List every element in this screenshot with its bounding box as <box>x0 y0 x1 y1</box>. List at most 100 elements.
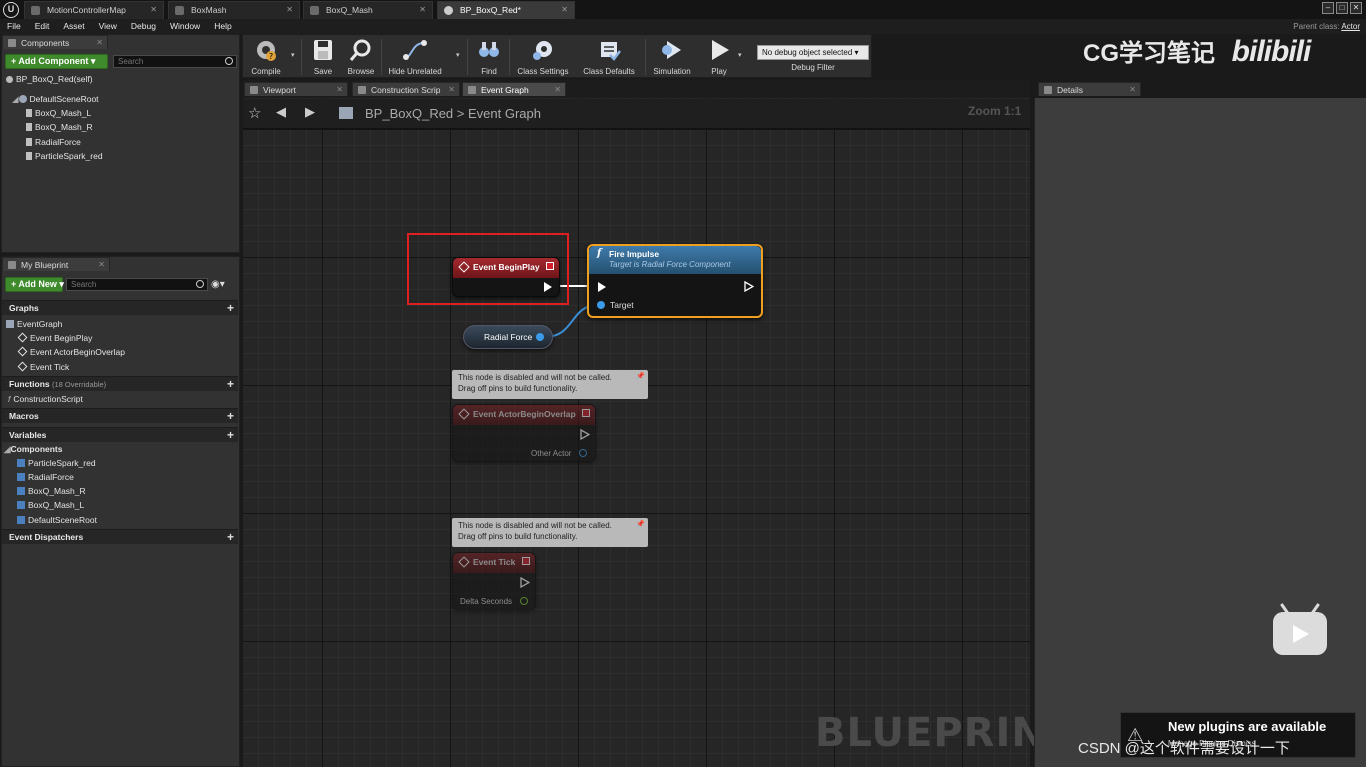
var-particlespark-red[interactable]: ParticleSpark_red <box>17 458 96 468</box>
debug-object-select[interactable]: No debug object selected ▾ <box>757 45 869 60</box>
var-boxq-mash-l[interactable]: BoxQ_Mash_L <box>17 500 84 510</box>
close-window-icon[interactable]: ✕ <box>1350 2 1362 14</box>
event-item-beginplay[interactable]: Event BeginPlay <box>17 332 92 343</box>
exec-out-pin[interactable] <box>520 577 530 588</box>
video-play-button[interactable] <box>1273 603 1327 655</box>
compile-options-chevron-icon[interactable]: ▾ <box>291 51 295 59</box>
class-settings-button[interactable]: Class Settings <box>513 35 573 79</box>
event-item-tick[interactable]: Event Tick <box>17 361 69 372</box>
node-event-tick[interactable]: Event Tick Delta Seconds <box>452 552 536 610</box>
component-radialforce[interactable]: RadialForce <box>26 137 81 147</box>
exec-out-pin[interactable] <box>580 429 590 440</box>
menu-view[interactable]: View <box>92 19 124 31</box>
add-new-button[interactable]: + Add New ▾ <box>5 277 64 292</box>
tab-components[interactable]: Components ✕ <box>2 35 108 49</box>
menu-edit[interactable]: Edit <box>28 19 57 31</box>
section-macros[interactable]: Macros + <box>2 408 238 423</box>
hide-unrelated-chevron-icon[interactable]: ▾ <box>456 51 460 59</box>
pin-icon[interactable]: 📌 <box>636 372 645 383</box>
class-defaults-button[interactable]: Class Defaults <box>577 35 641 79</box>
delegate-pin-icon[interactable] <box>582 409 590 417</box>
close-icon[interactable]: ✕ <box>554 85 561 94</box>
browse-button[interactable]: Browse <box>343 35 379 79</box>
radial-force-out-pin[interactable] <box>536 333 544 341</box>
section-functions[interactable]: Functions (18 Overridable) + <box>2 376 238 391</box>
other-actor-pin[interactable] <box>579 449 587 457</box>
close-icon[interactable]: ✕ <box>98 260 105 269</box>
tab-details[interactable]: Details ✕ <box>1038 82 1141 96</box>
section-event-dispatchers[interactable]: Event Dispatchers + <box>2 529 238 544</box>
close-icon[interactable]: ✕ <box>1129 85 1136 94</box>
menu-window[interactable]: Window <box>163 19 207 31</box>
add-macro-icon[interactable]: + <box>227 409 234 423</box>
close-icon[interactable]: ✕ <box>286 5 293 14</box>
tab-boxmash[interactable]: BoxMash ✕ <box>168 1 300 19</box>
component-self[interactable]: BP_BoxQ_Red(self) <box>6 74 93 84</box>
menu-asset[interactable]: Asset <box>56 19 91 31</box>
event-item-actorbeginoverlap[interactable]: Event ActorBeginOverlap <box>17 346 125 357</box>
var-boxq-mash-r[interactable]: BoxQ_Mash_R <box>17 486 86 496</box>
function-icon: f <box>597 248 602 259</box>
simulation-button[interactable]: Simulation <box>647 35 697 79</box>
close-icon[interactable]: ✕ <box>336 85 343 94</box>
component-boxq-mash-l[interactable]: BoxQ_Mash_L <box>26 108 91 118</box>
component-boxq-mash-r[interactable]: BoxQ_Mash_R <box>26 122 93 132</box>
hide-unrelated-button[interactable]: Hide Unrelated <box>385 35 445 79</box>
exec-in-pin[interactable] <box>598 282 606 292</box>
delegate-pin-icon[interactable] <box>522 557 530 565</box>
components-search-input[interactable]: Search <box>113 55 237 68</box>
forward-arrow-icon[interactable]: ▶ <box>305 104 315 120</box>
exec-out-pin[interactable] <box>744 281 754 292</box>
event-graph-canvas[interactable] <box>243 98 1030 767</box>
delta-seconds-pin[interactable] <box>520 597 528 605</box>
add-function-icon[interactable]: + <box>227 377 234 391</box>
visibility-eye-icon[interactable]: ◉▾ <box>211 279 225 290</box>
minimize-icon[interactable]: – <box>1322 2 1334 14</box>
parent-class-link[interactable]: Actor <box>1341 22 1360 31</box>
pin-icon[interactable]: 📌 <box>636 520 645 531</box>
close-icon[interactable]: ✕ <box>419 5 426 14</box>
play-options-chevron-icon[interactable]: ▾ <box>738 51 742 59</box>
back-arrow-icon[interactable]: ◀ <box>276 104 286 120</box>
section-graphs[interactable]: Graphs + <box>2 300 238 315</box>
var-radialforce[interactable]: RadialForce <box>17 472 74 482</box>
var-defaultsceneroot[interactable]: DefaultSceneRoot <box>17 515 97 525</box>
close-icon[interactable]: ✕ <box>448 85 455 94</box>
graph-eventgraph[interactable]: EventGraph <box>6 319 62 329</box>
level-icon <box>31 6 40 15</box>
tab-bp-boxq-red[interactable]: BP_BoxQ_Red* ✕ <box>437 1 575 19</box>
node-event-actorbeginoverlap[interactable]: Event ActorBeginOverlap Other Actor <box>452 404 596 462</box>
tab-event-graph[interactable]: Event Graph ✕ <box>462 82 566 96</box>
add-graph-icon[interactable]: + <box>227 301 234 315</box>
node-radial-force-getter[interactable]: Radial Force <box>463 325 553 349</box>
section-variables[interactable]: Variables + <box>2 427 238 442</box>
node-fire-impulse[interactable]: f Fire Impulse Target is Radial Force Co… <box>587 244 763 318</box>
favorite-star-icon[interactable]: ☆ <box>248 104 261 122</box>
tab-viewport[interactable]: Viewport ✕ <box>244 82 348 96</box>
tab-motioncontrollermap[interactable]: MotionControllerMap ✕ <box>24 1 164 19</box>
play-button[interactable]: Play <box>701 35 737 79</box>
component-defaultsceneroot[interactable]: ◢ DefaultSceneRoot <box>12 94 99 105</box>
close-icon[interactable]: ✕ <box>96 38 103 47</box>
save-button[interactable]: Save <box>305 35 341 79</box>
close-icon[interactable]: ✕ <box>150 5 157 14</box>
variables-components-group[interactable]: ◢Components <box>4 444 63 455</box>
breadcrumb-root[interactable]: BP_BoxQ_Red <box>365 106 453 121</box>
add-dispatcher-icon[interactable]: + <box>227 530 234 544</box>
menu-help[interactable]: Help <box>207 19 238 31</box>
tab-boxq-mash[interactable]: BoxQ_Mash ✕ <box>303 1 433 19</box>
function-constructionscript[interactable]: f ConstructionScript <box>8 394 83 404</box>
tab-construction-script[interactable]: Construction Scrip ✕ <box>352 82 460 96</box>
menu-file[interactable]: File <box>0 19 28 31</box>
target-pin[interactable] <box>597 301 605 309</box>
blueprint-search-input[interactable]: Search <box>66 278 208 291</box>
tab-my-blueprint[interactable]: My Blueprint ✕ <box>2 257 110 271</box>
add-component-button[interactable]: + Add Component ▾ <box>5 54 108 69</box>
menu-debug[interactable]: Debug <box>124 19 163 31</box>
find-button[interactable]: Find <box>471 35 507 79</box>
compile-button[interactable]: ? Compile <box>245 35 287 79</box>
component-particlespark-red[interactable]: ParticleSpark_red <box>26 151 103 161</box>
add-variable-icon[interactable]: + <box>227 428 234 442</box>
close-icon[interactable]: ✕ <box>561 5 568 14</box>
maximize-icon[interactable]: □ <box>1336 2 1348 14</box>
